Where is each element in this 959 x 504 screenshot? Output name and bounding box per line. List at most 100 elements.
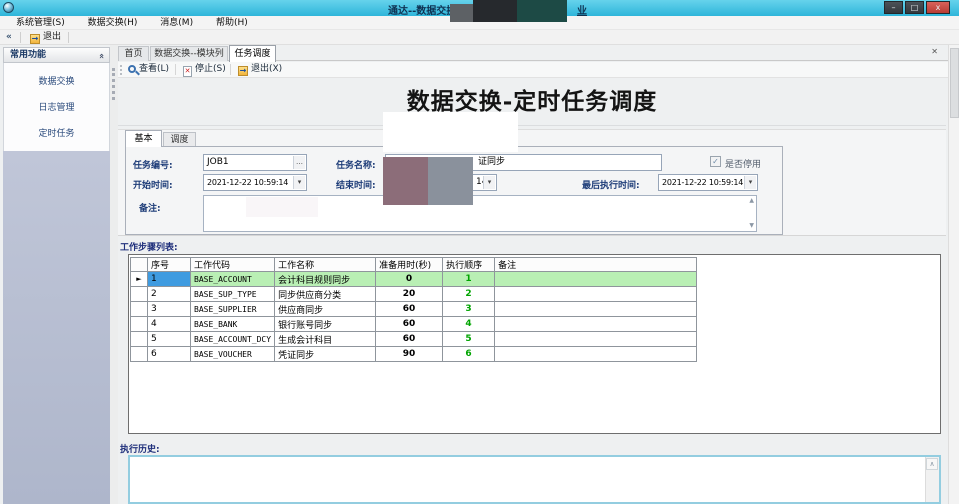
cell-prep-time[interactable]: 60 (376, 302, 443, 317)
menu-help[interactable]: 帮助(H) (206, 16, 258, 30)
tab-close-icon[interactable]: ✕ (931, 47, 938, 56)
scroll-up-icon[interactable]: ▲ (749, 198, 754, 204)
cell-name[interactable]: 生成会计科目 (275, 332, 376, 347)
tab-module-list[interactable]: 数据交换--模块列表 (150, 46, 228, 61)
stop-button[interactable]: ✕停止(S) (180, 63, 229, 76)
cell-remark[interactable] (495, 302, 697, 317)
cell-code[interactable]: BASE_SUP_TYPE (191, 287, 275, 302)
cell-seq[interactable]: 5 (148, 332, 191, 347)
col-name[interactable]: 工作名称 (275, 258, 376, 272)
cell-remark[interactable] (495, 317, 697, 332)
scrollbar-thumb[interactable] (950, 48, 959, 118)
disabled-checkbox[interactable]: ✓ (710, 156, 721, 167)
sidebar-item-data-exchange[interactable]: 数据交换 (4, 76, 109, 88)
more-button[interactable]: … (293, 156, 305, 169)
steps-table-body: ► 1 BASE_ACCOUNT 会计科目规则同步 0 1 2 BASE_SUP… (131, 272, 697, 362)
caret-up-icon[interactable]: ∧ (926, 458, 938, 470)
col-code[interactable]: 工作代码 (191, 258, 275, 272)
menu-data-exchange[interactable]: 数据交换(H) (78, 16, 148, 30)
tab-task-schedule[interactable]: 任务调度 (229, 45, 276, 62)
sidebar-splitter[interactable] (110, 45, 118, 504)
dropdown-icon[interactable]: ▾ (744, 176, 756, 189)
main-scrollbar[interactable] (948, 45, 959, 504)
dropdown-icon[interactable]: ▾ (483, 176, 495, 189)
cell-prep-time[interactable]: 60 (376, 332, 443, 347)
cell-seq[interactable]: 1 (148, 272, 191, 287)
exit-page-button[interactable]: →退出(X) (235, 63, 285, 76)
cell-prep-time[interactable]: 20 (376, 287, 443, 302)
cell-seq[interactable]: 2 (148, 287, 191, 302)
toolbar-grip-icon (120, 65, 122, 75)
form-tab-schedule[interactable]: 调度 (163, 132, 196, 147)
scroll-down-icon[interactable]: ▼ (749, 223, 754, 229)
panel-collapse-icon[interactable]: « (94, 53, 108, 59)
exec-history-textarea[interactable]: ∧ (128, 455, 941, 504)
table-row[interactable]: 4 BASE_BANK 银行账号同步 60 4 (131, 317, 697, 332)
cell-code[interactable]: BASE_VOUCHER (191, 347, 275, 362)
app-icon (3, 2, 14, 13)
tab-home[interactable]: 首页 (118, 46, 149, 61)
sidebar-item-log-management[interactable]: 日志管理 (4, 102, 109, 114)
col-exec-order[interactable]: 执行顺序 (443, 258, 495, 272)
disabled-checkbox-label: 是否停用 (725, 157, 761, 170)
cell-remark[interactable] (495, 347, 697, 362)
cell-name[interactable]: 同步供应商分类 (275, 287, 376, 302)
page-title: 数据交换-定时任务调度 (118, 82, 946, 116)
cell-prep-time[interactable]: 60 (376, 317, 443, 332)
cell-exec-order[interactable]: 1 (443, 272, 495, 287)
row-marker-cell[interactable] (131, 287, 148, 302)
cell-code[interactable]: BASE_ACCOUNT_DCY (191, 332, 275, 347)
row-marker-cell[interactable]: ► (131, 272, 148, 287)
col-remark[interactable]: 备注 (495, 258, 697, 272)
maximize-button[interactable]: □ (905, 1, 924, 14)
row-marker-cell[interactable] (131, 332, 148, 347)
dropdown-icon[interactable]: ▾ (293, 176, 305, 189)
col-prep-time[interactable]: 准备用时(秒) (376, 258, 443, 272)
row-marker-cell[interactable] (131, 302, 148, 317)
cell-exec-order[interactable]: 6 (443, 347, 495, 362)
history-scrollbar[interactable]: ∧ (925, 457, 939, 502)
last-exec-time-input[interactable]: 2021-12-22 10:59:14 ▾ (658, 174, 758, 191)
menu-system[interactable]: 系统管理(S) (6, 16, 75, 30)
table-row[interactable]: 6 BASE_VOUCHER 凭证同步 90 6 (131, 347, 697, 362)
cell-name[interactable]: 凭证同步 (275, 347, 376, 362)
table-row[interactable]: 5 BASE_ACCOUNT_DCY 生成会计科目 60 5 (131, 332, 697, 347)
row-marker-cell[interactable] (131, 347, 148, 362)
cell-exec-order[interactable]: 2 (443, 287, 495, 302)
collapse-chevrons-icon[interactable]: « (6, 32, 12, 42)
minimize-button[interactable]: – (884, 1, 903, 14)
start-time-input[interactable]: 2021-12-22 10:59:14 ▾ (203, 174, 307, 191)
cell-name[interactable]: 会计科目规则同步 (275, 272, 376, 287)
view-button[interactable]: 查看(L) (125, 63, 172, 76)
cell-seq[interactable]: 3 (148, 302, 191, 317)
cell-name[interactable]: 银行账号同步 (275, 317, 376, 332)
job-no-input[interactable]: JOB1 … (203, 154, 307, 171)
cell-exec-order[interactable]: 3 (443, 302, 495, 317)
col-seq[interactable]: 序号 (148, 258, 191, 272)
redaction-box (246, 197, 318, 217)
cell-code[interactable]: BASE_BANK (191, 317, 275, 332)
cell-remark[interactable] (495, 332, 697, 347)
exit-button[interactable]: →退出 (26, 31, 65, 44)
cell-code[interactable]: BASE_ACCOUNT (191, 272, 275, 287)
row-marker-cell[interactable] (131, 317, 148, 332)
sidebar-item-scheduled-tasks[interactable]: 定时任务 (4, 128, 109, 140)
cell-code[interactable]: BASE_SUPPLIER (191, 302, 275, 317)
cell-remark[interactable] (495, 272, 697, 287)
table-row[interactable]: ► 1 BASE_ACCOUNT 会计科目规则同步 0 1 (131, 272, 697, 287)
start-time-value: 2021-12-22 10:59:14 (207, 178, 288, 187)
table-row[interactable]: 3 BASE_SUPPLIER 供应商同步 60 3 (131, 302, 697, 317)
cell-prep-time[interactable]: 90 (376, 347, 443, 362)
menu-message[interactable]: 消息(M) (150, 16, 203, 30)
cell-name[interactable]: 供应商同步 (275, 302, 376, 317)
cell-remark[interactable] (495, 287, 697, 302)
table-row[interactable]: 2 BASE_SUP_TYPE 同步供应商分类 20 2 (131, 287, 697, 302)
cell-exec-order[interactable]: 4 (443, 317, 495, 332)
check-icon: ✓ (712, 157, 719, 166)
cell-seq[interactable]: 4 (148, 317, 191, 332)
form-tab-basic[interactable]: 基本 (125, 130, 162, 147)
cell-exec-order[interactable]: 5 (443, 332, 495, 347)
cell-seq[interactable]: 6 (148, 347, 191, 362)
cell-prep-time[interactable]: 0 (376, 272, 443, 287)
close-window-button[interactable]: x (926, 1, 950, 14)
